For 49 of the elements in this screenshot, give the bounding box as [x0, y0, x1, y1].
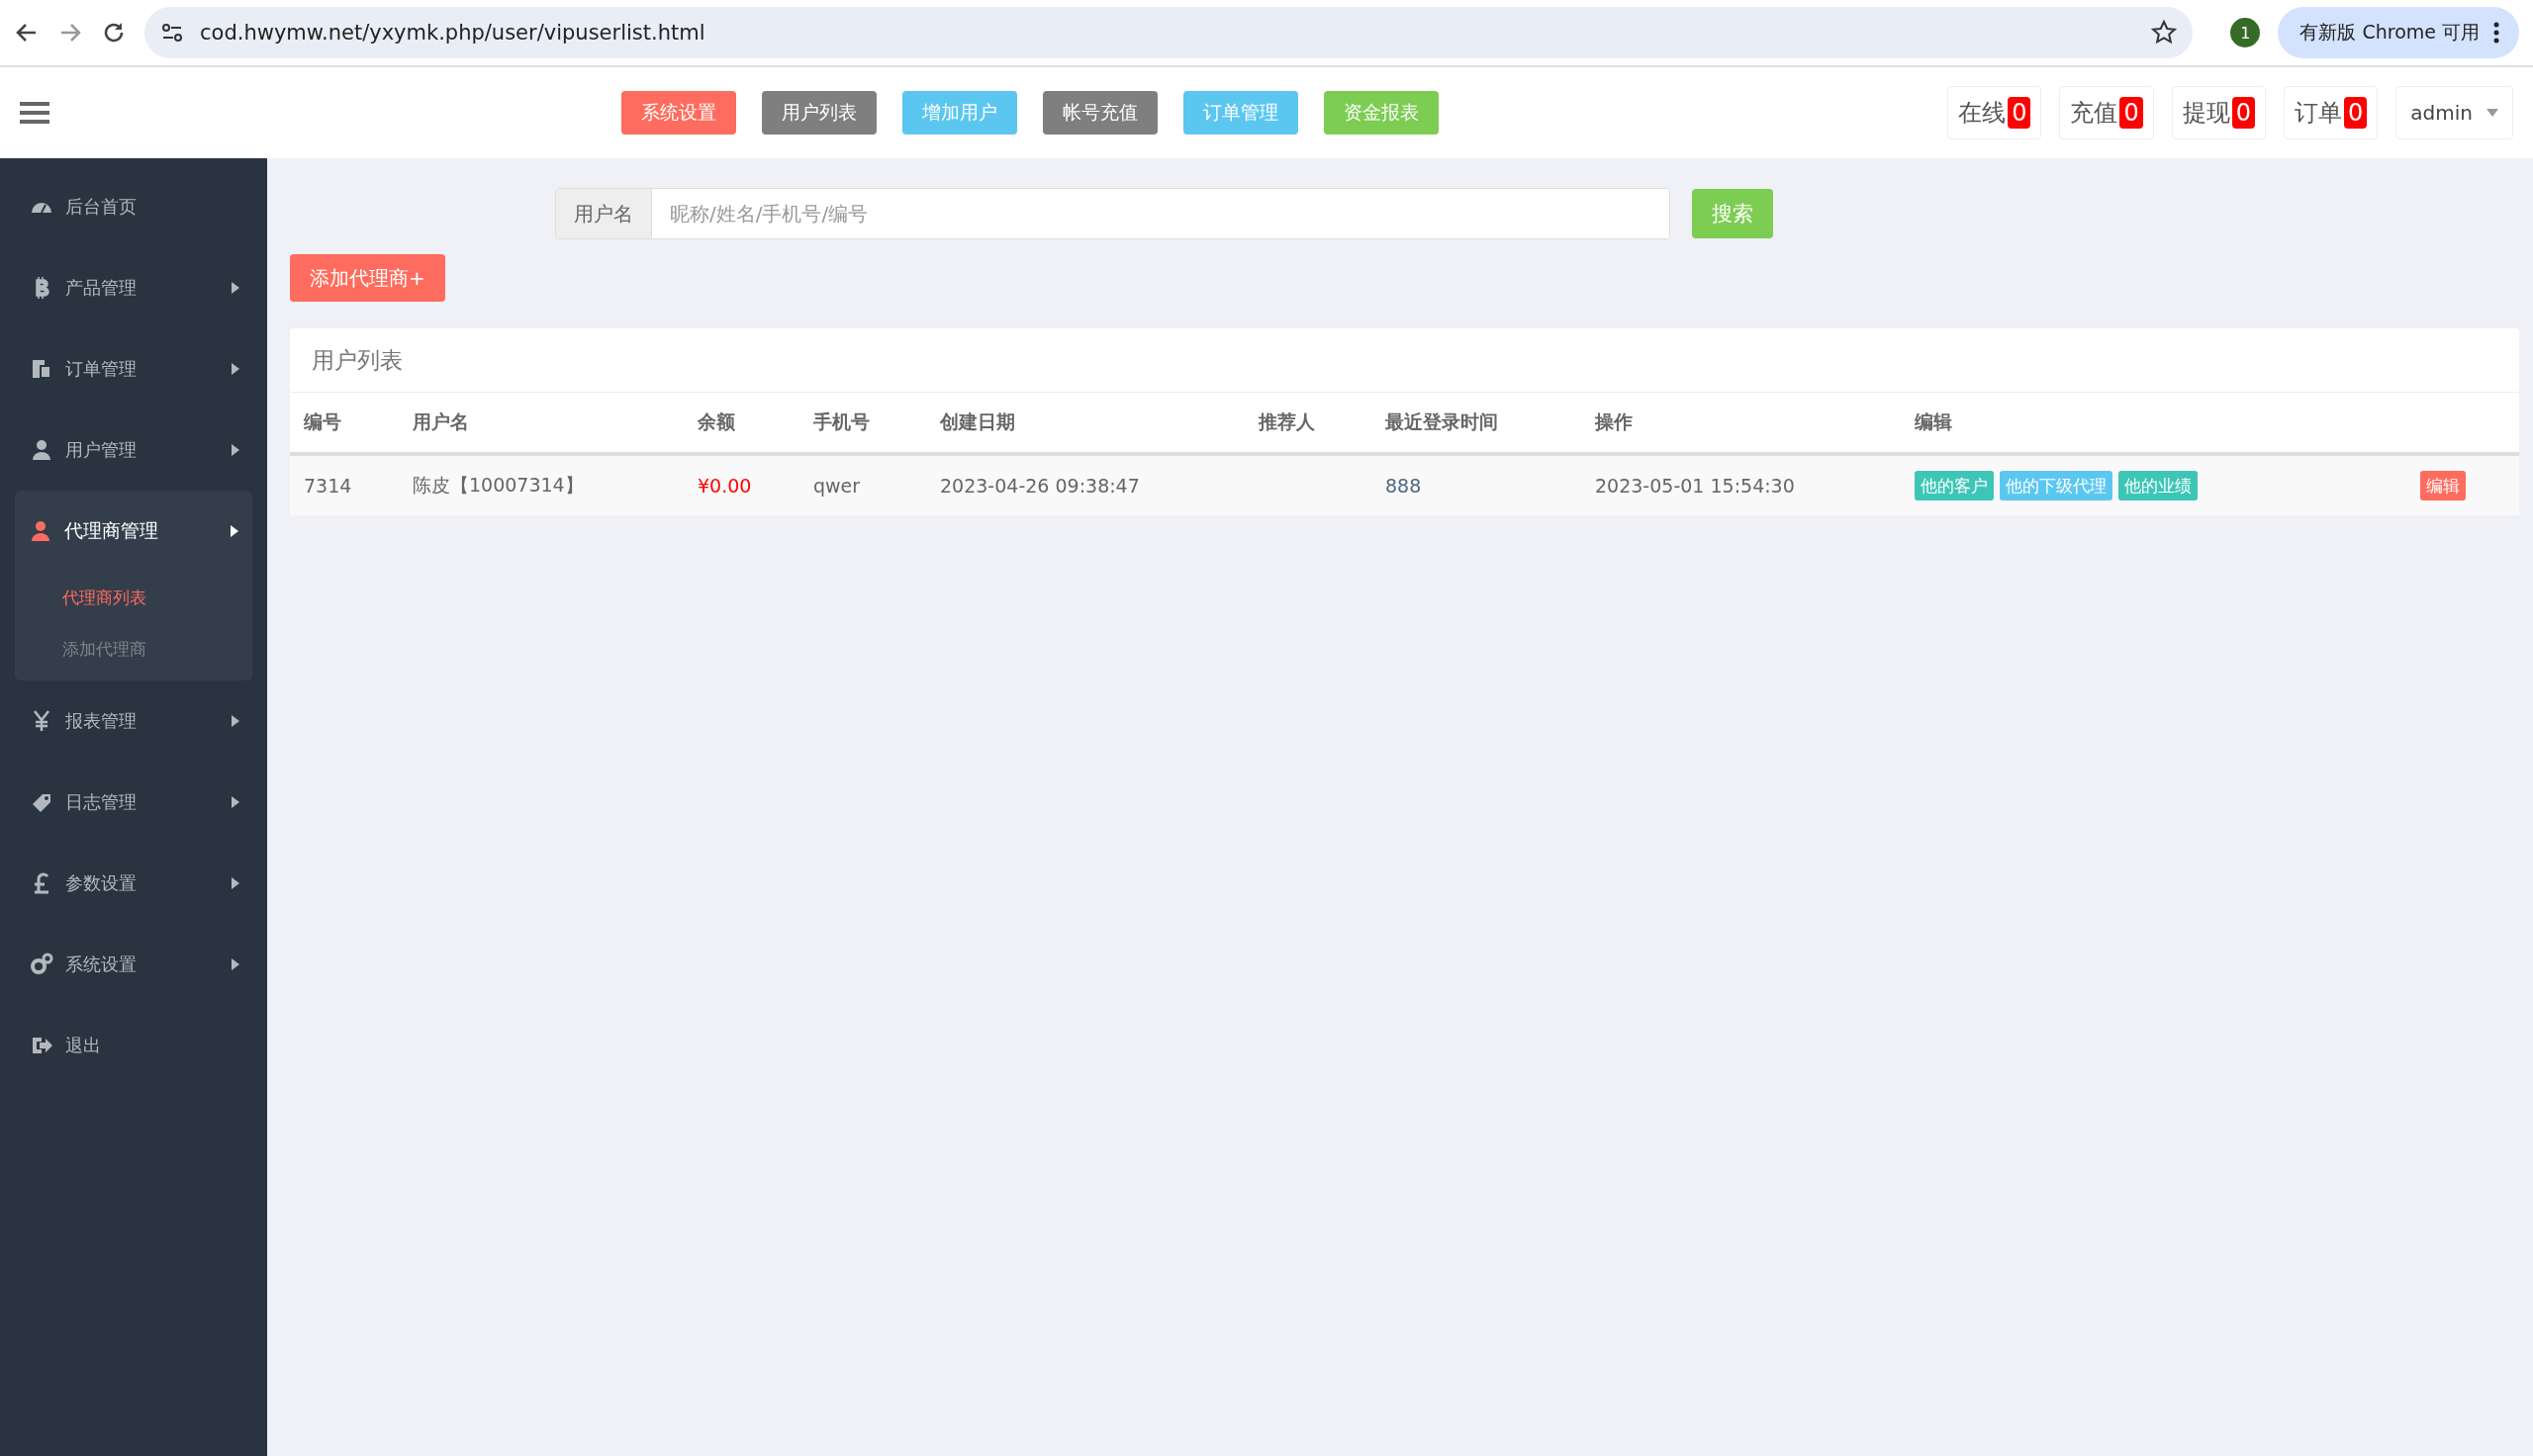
table-cell: 2023-05-01 15:54:30 [1581, 456, 1901, 515]
counter-label: 订单 [2295, 98, 2343, 129]
user-icon [30, 438, 53, 462]
address-bar[interactable]: cod.hwymw.net/yxymk.php/user/vipuserlist.html [144, 7, 2194, 58]
update-button[interactable]: 有新版 Chrome 可用 [2278, 7, 2519, 58]
user-dropdown[interactable]: admin [2395, 86, 2513, 139]
counter-button[interactable]: 充值 0 [2059, 86, 2154, 139]
bookmark-star-icon[interactable] [2151, 20, 2178, 46]
count-badge: 0 [2008, 97, 2031, 129]
profile-badge[interactable]: 1 [2230, 18, 2261, 47]
table-cell: 7314 [290, 456, 399, 515]
count-badge: 0 [2119, 97, 2143, 129]
counter-button[interactable]: 订单 0 [2284, 86, 2379, 139]
sidebar-item[interactable]: 退出 [0, 1005, 267, 1086]
table-cell: 2023-04-26 09:38:47 [926, 456, 1245, 515]
table-title: 用户列表 [290, 328, 2519, 393]
counter-label: 提现 [2182, 98, 2230, 129]
search-field[interactable]: 用户名 昵称/姓名/手机号/编号 [555, 188, 1670, 239]
table-cell: qwer [799, 456, 926, 515]
caret-icon [2486, 109, 2498, 117]
update-label: 有新版 Chrome 可用 [2299, 20, 2480, 45]
count-badge: 0 [2344, 97, 2368, 129]
counter-label: 充值 [2070, 98, 2118, 129]
count-badge: 0 [2231, 97, 2256, 129]
table-cell: 陈皮【10007314】 [399, 456, 684, 515]
nav-button[interactable]: 用户列表 [762, 91, 877, 135]
search-label: 用户名 [556, 189, 652, 238]
submenu-item[interactable]: 代理商列表 [15, 572, 252, 623]
sidebar-item[interactable]: 报表管理 [0, 681, 267, 762]
counter-button[interactable]: 提现 0 [2171, 86, 2267, 139]
sidebar-item[interactable]: 参数设置 [0, 843, 267, 924]
sidebar-item[interactable]: 代理商管理 [15, 491, 252, 572]
sidebar-item[interactable]: 产品管理 [0, 247, 267, 328]
counter-button[interactable]: 在线 0 [1947, 86, 2042, 139]
user-name: admin [2410, 101, 2473, 125]
counter-label: 在线 [1958, 98, 2007, 129]
sidebar-item[interactable]: 订单管理 [0, 328, 267, 410]
table-cell: ¥0.00 [684, 456, 799, 515]
sidebar-item[interactable]: 系统设置 [0, 924, 267, 1005]
user-icon [29, 519, 52, 543]
menu-icon[interactable] [20, 101, 49, 125]
site-info-icon[interactable] [160, 21, 184, 45]
more-options-icon[interactable] [2493, 22, 2499, 44]
url-text: cod.hwymw.net/yxymk.php/user/vipuserlist.html [200, 21, 706, 45]
table-cell: 888 [1371, 456, 1581, 515]
sidebar-item[interactable]: 后台首页 [0, 166, 267, 247]
sidebar-item[interactable]: 用户管理 [0, 410, 267, 491]
nav-button[interactable]: 帐号充值 [1043, 91, 1158, 135]
sidebar-item[interactable]: 日志管理 [0, 762, 267, 843]
